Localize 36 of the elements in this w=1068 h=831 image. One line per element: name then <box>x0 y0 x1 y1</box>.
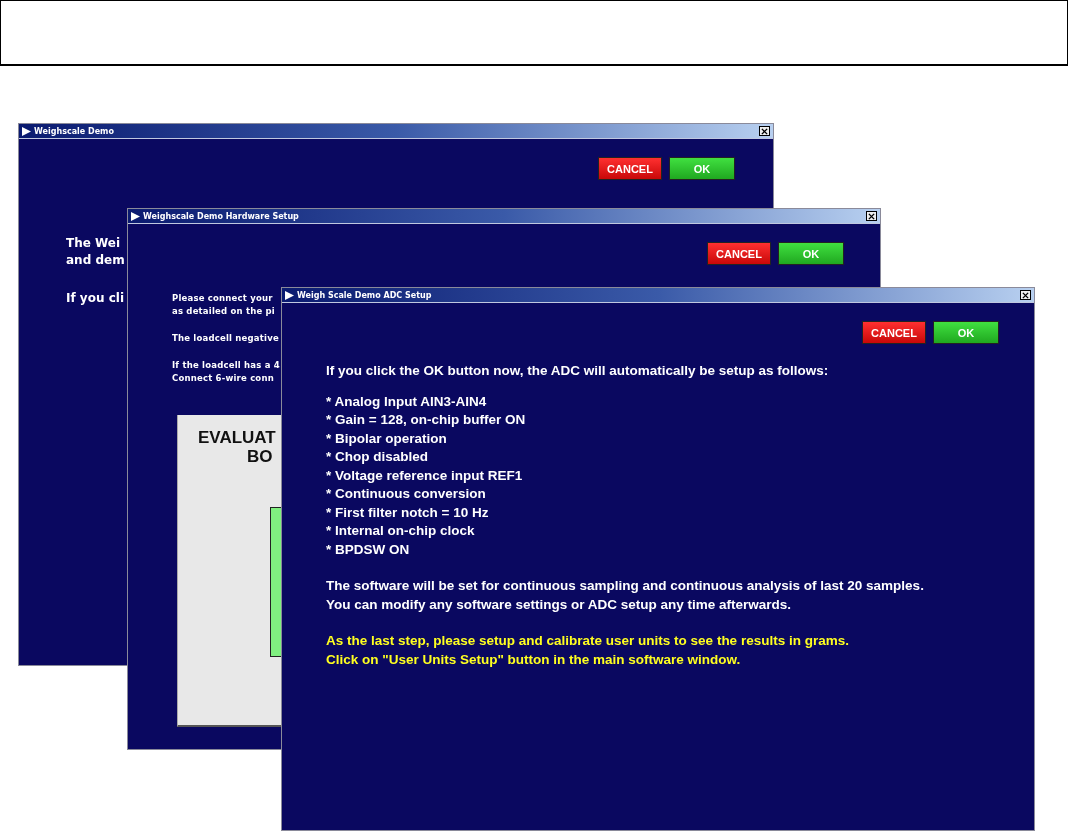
text-line: If you cli <box>66 290 124 307</box>
text-line: * First filter notch = 10 Hz <box>326 503 489 522</box>
text-line: Please connect your <box>172 292 273 305</box>
close-button[interactable] <box>759 126 770 136</box>
cancel-button[interactable]: CANCEL <box>862 321 926 344</box>
window-title: Weighscale Demo <box>34 126 114 136</box>
play-icon <box>22 126 31 136</box>
text-line: * Analog Input AIN3-AIN4 <box>326 392 487 411</box>
text-line: If you click the OK button now, the ADC will automatically be setup as follows: <box>326 362 829 380</box>
play-icon <box>285 290 294 300</box>
text-line: You can modify any software settings or ADC setup any time afterwards. <box>326 595 792 614</box>
text-line: Click on "User Units Setup" button in the main software window. <box>326 650 741 669</box>
text-line: * Continuous conversion <box>326 485 486 503</box>
diagram-label: EVALUAT <box>198 428 276 447</box>
text-line: * BPDSW ON <box>326 540 410 559</box>
text-line: * Bipolar operation <box>326 429 447 448</box>
play-icon <box>131 211 140 221</box>
text-line: as detailed on the pi <box>172 305 275 318</box>
text-line: The software will be set for continuous sampling and continuous analysis of last 20 samples. <box>326 577 924 595</box>
text-line: The Wei <box>66 235 121 252</box>
cancel-button[interactable]: CANCEL <box>707 242 771 265</box>
close-button[interactable] <box>1020 290 1031 300</box>
text-line: * Chop disabled <box>326 448 428 466</box>
text-line: The loadcell negative <box>172 332 279 345</box>
window-title: Weighscale Demo Hardware Setup <box>143 211 299 221</box>
text-line: and dem <box>66 252 125 269</box>
text-line: Connect 6-wire conn <box>172 372 274 385</box>
diagram-label: BO <box>247 447 273 466</box>
text-line: As the last step, please setup and calibrate user units to see the results in grams. <box>326 632 849 650</box>
window-title: Weigh Scale Demo ADC Setup <box>297 290 432 300</box>
text-line: * Internal on-chip clock <box>326 522 475 540</box>
text-line: * Voltage reference input REF1 <box>326 466 523 485</box>
text-line: * Gain = 128, on-chip buffer ON <box>326 411 526 429</box>
cancel-button[interactable]: CANCEL <box>598 157 662 180</box>
close-button[interactable] <box>866 211 877 221</box>
text-line: If the loadcell has a 4 <box>172 359 280 372</box>
